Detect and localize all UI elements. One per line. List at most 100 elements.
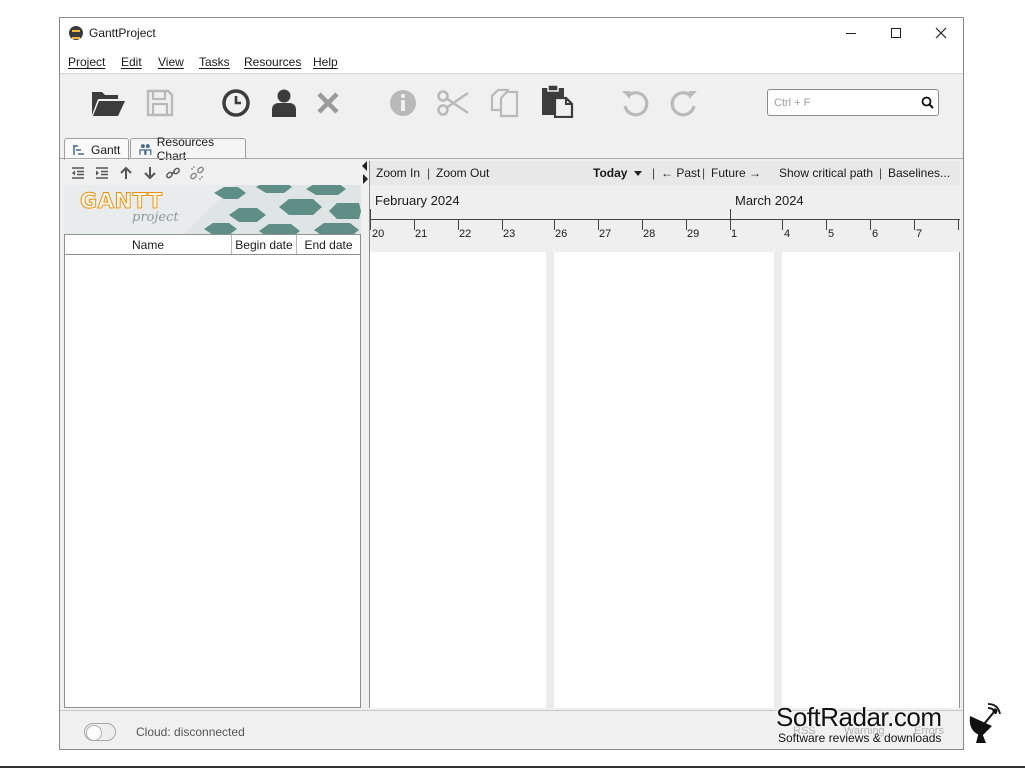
clock-icon bbox=[222, 89, 250, 117]
new-task-button[interactable] bbox=[218, 85, 254, 121]
softradar-watermark: SoftRadar.com Software reviews & downloa… bbox=[776, 702, 1006, 746]
day-label: 27 bbox=[599, 228, 612, 240]
save-icon bbox=[146, 89, 174, 117]
copy-button[interactable] bbox=[487, 85, 523, 121]
day-label: 28 bbox=[643, 228, 656, 240]
move-down-icon[interactable] bbox=[142, 165, 158, 181]
day-tick bbox=[958, 219, 959, 230]
day-tick bbox=[914, 219, 915, 230]
indent-icon[interactable] bbox=[94, 165, 110, 181]
separator: | bbox=[652, 166, 656, 180]
menu-help[interactable]: Help bbox=[313, 55, 338, 69]
day-label: 6 bbox=[872, 228, 879, 240]
month-tick bbox=[730, 209, 731, 230]
search-field[interactable] bbox=[767, 89, 939, 116]
column-header-begin-date[interactable]: Begin date bbox=[232, 235, 297, 254]
separator: | bbox=[427, 166, 431, 180]
column-header-name[interactable]: Name bbox=[65, 235, 232, 254]
zoom-out-link[interactable]: Zoom Out bbox=[436, 166, 489, 180]
collapse-left-icon[interactable] bbox=[362, 161, 367, 171]
paste-button[interactable] bbox=[539, 83, 575, 119]
main-toolbar bbox=[60, 75, 963, 135]
new-resource-button[interactable] bbox=[266, 85, 302, 121]
day-label: 20 bbox=[372, 228, 385, 240]
today-button[interactable]: Today bbox=[593, 166, 627, 180]
collapse-right-icon[interactable] bbox=[363, 174, 368, 184]
tab-resources-chart[interactable]: Resources Chart bbox=[130, 135, 246, 163]
task-table-header: Name Begin date End date bbox=[65, 235, 360, 255]
title-bar: GanttProject bbox=[60, 18, 963, 48]
app-logo-icon bbox=[69, 26, 83, 40]
task-toolbar bbox=[63, 161, 361, 185]
view-tabs: Gantt Resources Chart bbox=[60, 135, 963, 163]
menu-bar: Project Edit View Tasks Resources Help bbox=[60, 48, 963, 74]
day-label: 26 bbox=[555, 228, 568, 240]
menu-edit[interactable]: Edit bbox=[121, 55, 142, 69]
close-button[interactable] bbox=[918, 18, 963, 48]
redo-button[interactable] bbox=[666, 85, 702, 121]
past-link[interactable]: ← Past bbox=[661, 166, 700, 180]
month-label: March 2024 bbox=[735, 193, 804, 208]
undo-button[interactable] bbox=[617, 85, 653, 121]
today-dropdown-icon[interactable] bbox=[634, 171, 642, 176]
critical-path-link[interactable]: Show critical path bbox=[779, 166, 873, 180]
main-content: GANTT project Name Begin date End date Z… bbox=[60, 158, 963, 709]
zoom-in-link[interactable]: Zoom In bbox=[376, 166, 420, 180]
day-tick bbox=[870, 219, 871, 230]
redo-icon bbox=[670, 91, 697, 117]
undo-icon bbox=[622, 91, 649, 117]
gantt-chart-panel[interactable]: Zoom In | Zoom Out Today | ← Past | Futu… bbox=[369, 161, 960, 708]
move-up-icon[interactable] bbox=[118, 165, 134, 181]
day-tick bbox=[826, 219, 827, 230]
day-tick bbox=[782, 219, 783, 230]
app-window: GanttProject Project Edit View Tasks Res… bbox=[59, 17, 964, 750]
scissors-icon bbox=[437, 90, 469, 116]
paste-icon bbox=[542, 84, 574, 118]
weekend-column bbox=[546, 252, 554, 708]
search-input[interactable] bbox=[774, 94, 914, 112]
menu-project[interactable]: Project bbox=[68, 55, 105, 69]
outdent-icon[interactable] bbox=[70, 165, 86, 181]
search-icon bbox=[921, 96, 934, 109]
timeline-header: February 2024 March 2024 20 21 22 23 26 … bbox=[370, 185, 960, 252]
future-link[interactable]: Future → bbox=[711, 166, 761, 180]
cut-button[interactable] bbox=[435, 85, 471, 121]
bottom-border bbox=[0, 766, 1025, 768]
tab-gantt[interactable]: Gantt bbox=[64, 138, 129, 160]
menu-tasks[interactable]: Tasks bbox=[199, 55, 230, 69]
delete-button[interactable] bbox=[310, 85, 346, 121]
ganttproject-logo: GANTT project bbox=[64, 185, 361, 234]
unlink-icon[interactable] bbox=[189, 165, 205, 181]
logo-project-text: project bbox=[132, 210, 179, 225]
satellite-dish-icon bbox=[969, 703, 1001, 743]
day-label: 7 bbox=[916, 228, 923, 240]
maximize-button[interactable] bbox=[873, 18, 918, 48]
window-title: GanttProject bbox=[89, 26, 156, 40]
copy-icon bbox=[490, 88, 519, 118]
info-icon bbox=[390, 90, 416, 116]
link-icon[interactable] bbox=[165, 165, 181, 181]
save-button[interactable] bbox=[142, 85, 178, 121]
delete-x-icon bbox=[317, 92, 339, 114]
minimize-button[interactable] bbox=[828, 18, 873, 48]
gantt-tab-icon bbox=[73, 144, 84, 155]
tab-gantt-label: Gantt bbox=[91, 142, 121, 157]
cloud-toggle[interactable] bbox=[84, 723, 116, 741]
close-icon bbox=[935, 27, 946, 39]
properties-button[interactable] bbox=[385, 85, 421, 121]
open-project-button[interactable] bbox=[90, 85, 126, 121]
folder-open-icon bbox=[92, 92, 125, 116]
day-label: 4 bbox=[784, 228, 791, 240]
person-icon bbox=[272, 89, 296, 117]
cloud-status-text: Cloud: disconnected bbox=[136, 725, 245, 739]
task-table[interactable]: Name Begin date End date bbox=[64, 234, 361, 708]
column-header-end-date[interactable]: End date bbox=[297, 235, 360, 254]
baselines-link[interactable]: Baselines... bbox=[888, 166, 950, 180]
menu-resources[interactable]: Resources bbox=[244, 55, 301, 69]
weekend-column bbox=[774, 252, 782, 708]
day-label: 23 bbox=[503, 228, 516, 240]
watermark-tagline: Software reviews & downloads bbox=[778, 731, 942, 745]
menu-view[interactable]: View bbox=[158, 55, 184, 69]
panel-splitter[interactable] bbox=[361, 159, 369, 709]
day-label: 5 bbox=[828, 228, 835, 240]
